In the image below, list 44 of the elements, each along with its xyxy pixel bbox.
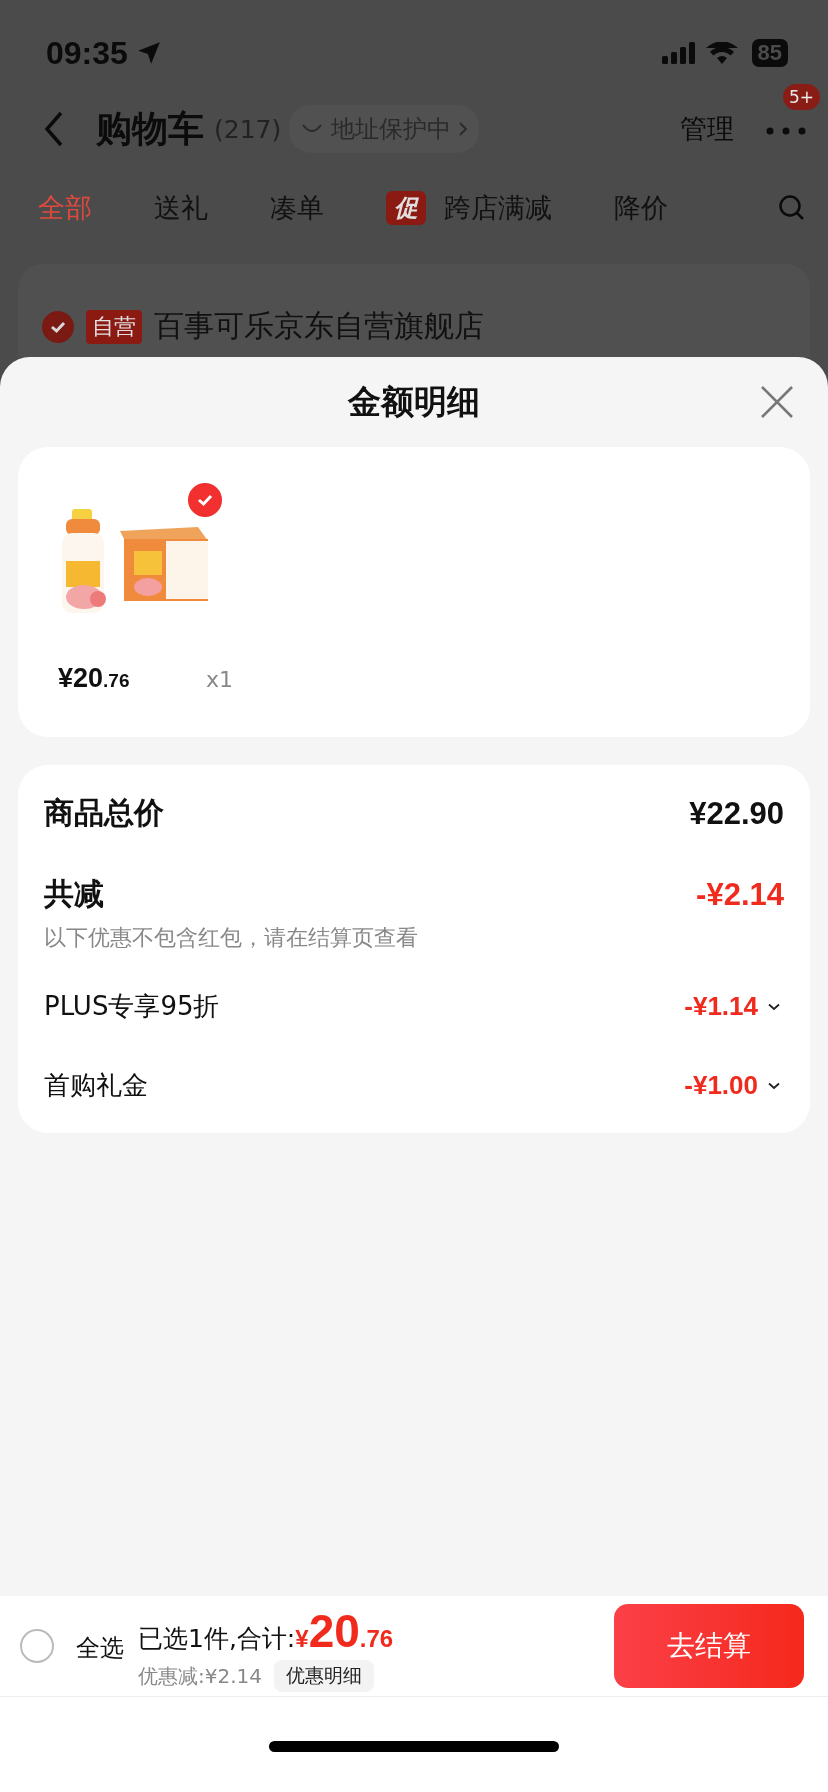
manage-link[interactable]: 管理	[680, 111, 734, 147]
filter-tab[interactable]: 送礼	[154, 190, 208, 226]
discount-value: -¥1.14	[684, 991, 758, 1022]
product-quantity: x1	[206, 667, 234, 692]
product-checkbox[interactable]	[188, 483, 222, 517]
discount-label: PLUS专享95折	[44, 990, 220, 1023]
search-icon[interactable]	[778, 194, 806, 222]
store-tag: 自营	[86, 309, 142, 344]
back-icon[interactable]	[44, 111, 64, 147]
total-price: ¥20.76	[295, 1604, 394, 1658]
filter-tab[interactable]: 降价	[614, 190, 668, 226]
discount-detail-button[interactable]: 优惠明细	[274, 1660, 374, 1692]
promo-tag: 促	[386, 191, 426, 225]
smile-icon	[301, 123, 324, 135]
battery-level: 85	[751, 39, 788, 67]
store-name[interactable]: 百事可乐京东自营旗舰店	[154, 306, 484, 347]
reduction-label: 共减	[44, 875, 104, 913]
page-title: 购物车	[96, 106, 204, 151]
discount-value: -¥1.00	[684, 1070, 758, 1101]
status-time: 09:35	[46, 34, 128, 72]
selected-summary: 已选1件,合计:	[138, 1623, 296, 1655]
reduction-hint: 以下优惠不包含红包，请在结算页查看	[44, 924, 419, 952]
notification-badge: 5+	[782, 83, 820, 110]
product-price: ¥20.76	[58, 663, 131, 694]
reduction-value: -¥2.14	[696, 876, 784, 913]
filter-tab[interactable]: 全部	[38, 190, 92, 226]
filter-tab[interactable]: 凑单	[270, 190, 324, 226]
select-all-label[interactable]: 全选	[76, 1632, 124, 1664]
wifi-icon	[705, 42, 738, 64]
chevron-icon	[459, 122, 468, 136]
more-icon[interactable]	[766, 126, 806, 135]
chevron-down-icon[interactable]	[768, 1081, 780, 1090]
filter-tab[interactable]: 促 跨店满减	[386, 190, 552, 226]
sheet-title: 金额明细	[348, 380, 480, 423]
total-label: 商品总价	[44, 794, 164, 832]
signal-icon	[661, 42, 698, 64]
saving-text: 优惠减:¥2.14	[138, 1662, 262, 1690]
select-all-checkbox[interactable]	[20, 1629, 54, 1663]
chevron-down-icon[interactable]	[768, 1002, 780, 1011]
checkout-button[interactable]: 去结算	[614, 1604, 804, 1688]
close-icon[interactable]	[760, 385, 794, 419]
total-value: ¥22.90	[689, 795, 784, 832]
store-checkbox[interactable]	[42, 310, 74, 343]
discount-label: 首购礼金	[44, 1069, 148, 1102]
